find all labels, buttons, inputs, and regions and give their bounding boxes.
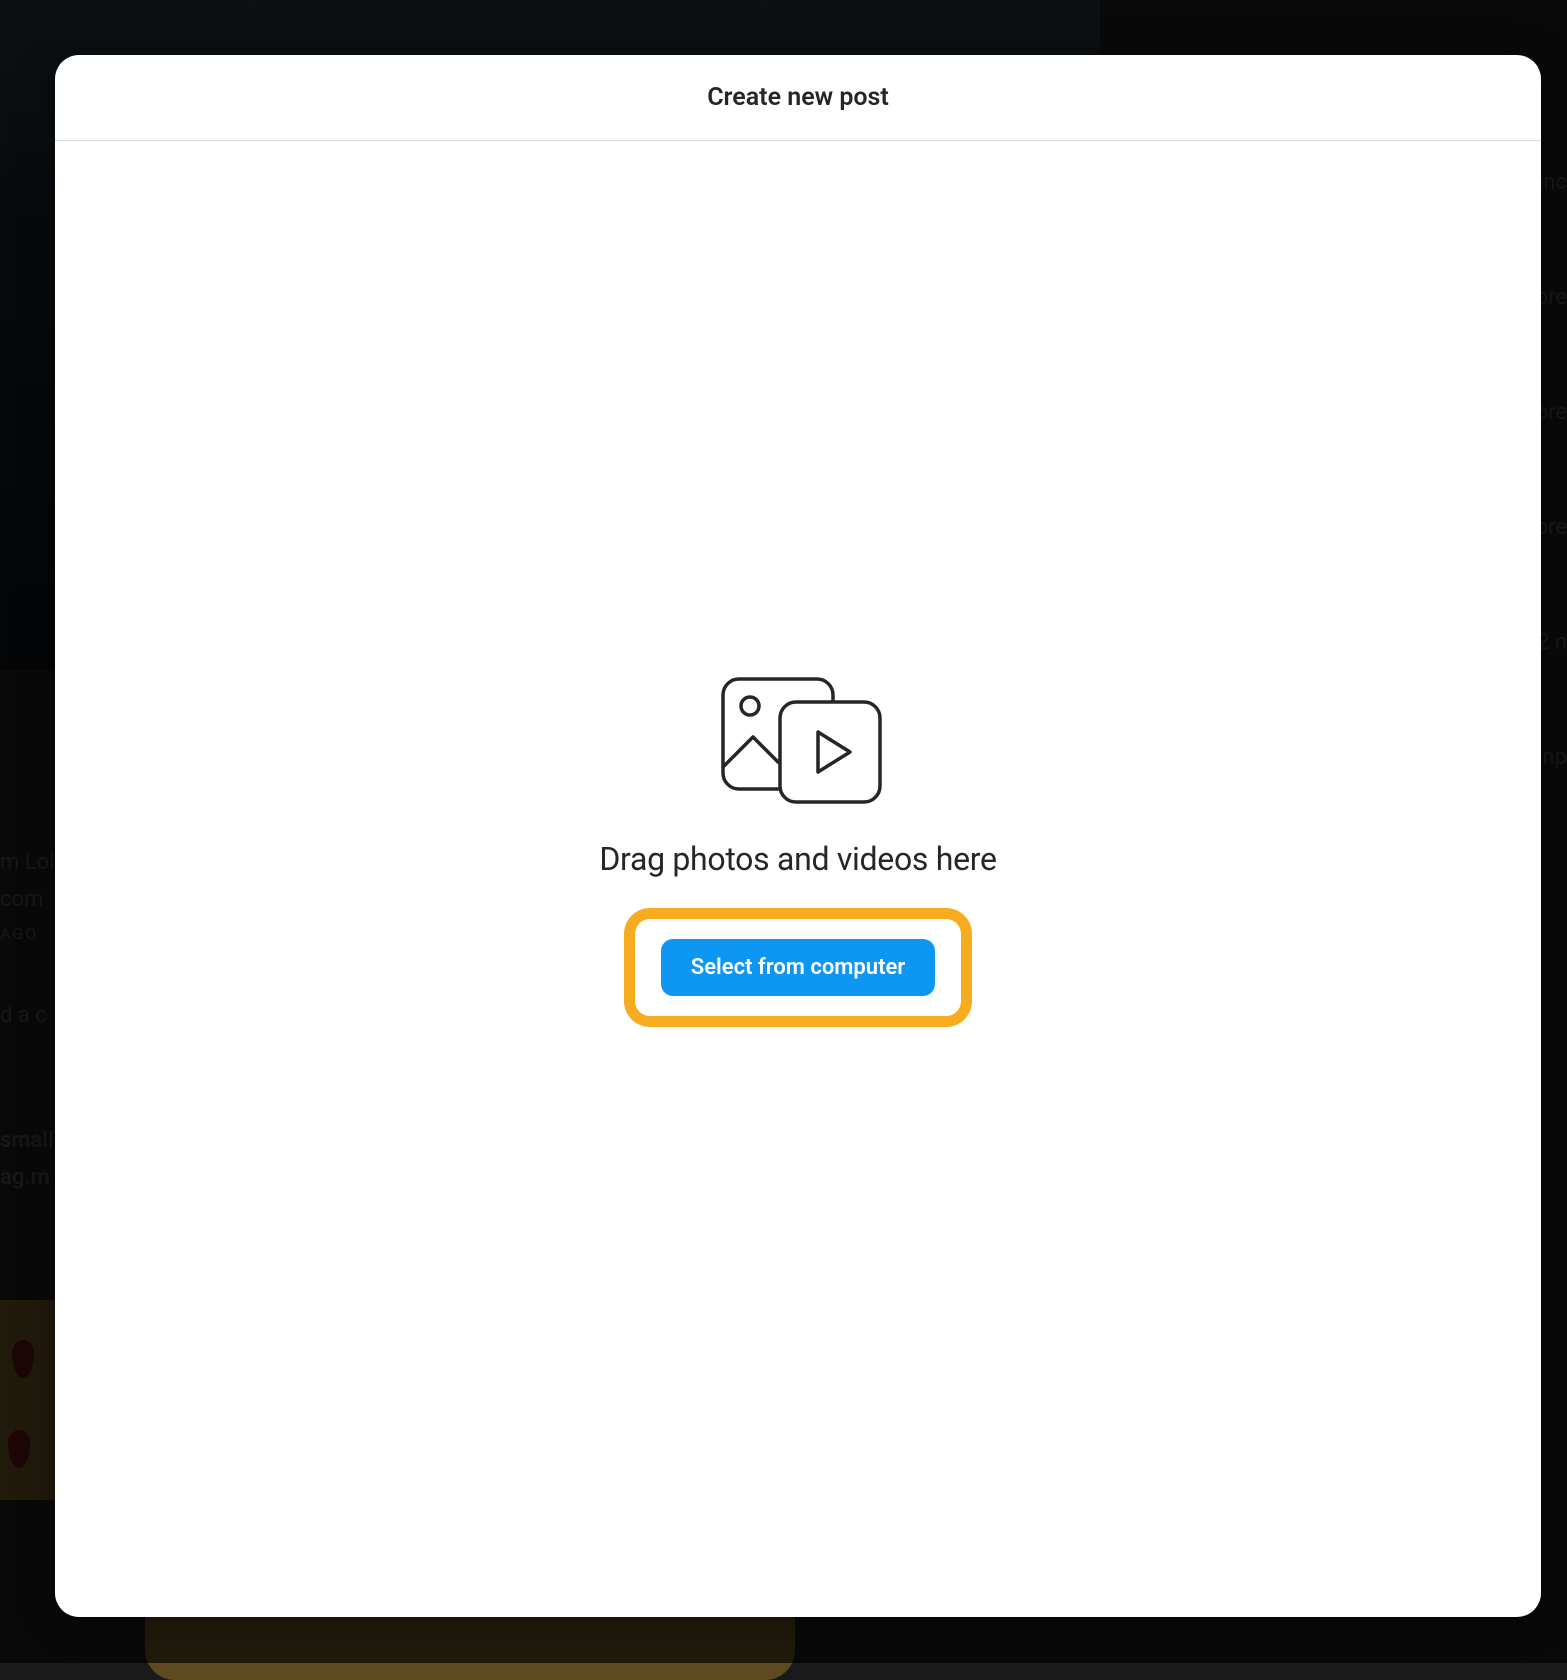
modal-body[interactable]: Drag photos and videos here Select from …: [55, 141, 1541, 1617]
drag-prompt-text: Drag photos and videos here: [599, 840, 996, 878]
select-from-computer-button[interactable]: Select from computer: [661, 939, 935, 996]
media-upload-icon: [708, 672, 888, 812]
tutorial-highlight-ring: Select from computer: [624, 908, 972, 1027]
create-post-modal: Create new post Drag photos and videos h…: [55, 55, 1541, 1617]
modal-title: Create new post: [707, 83, 889, 112]
modal-header: Create new post: [55, 55, 1541, 141]
